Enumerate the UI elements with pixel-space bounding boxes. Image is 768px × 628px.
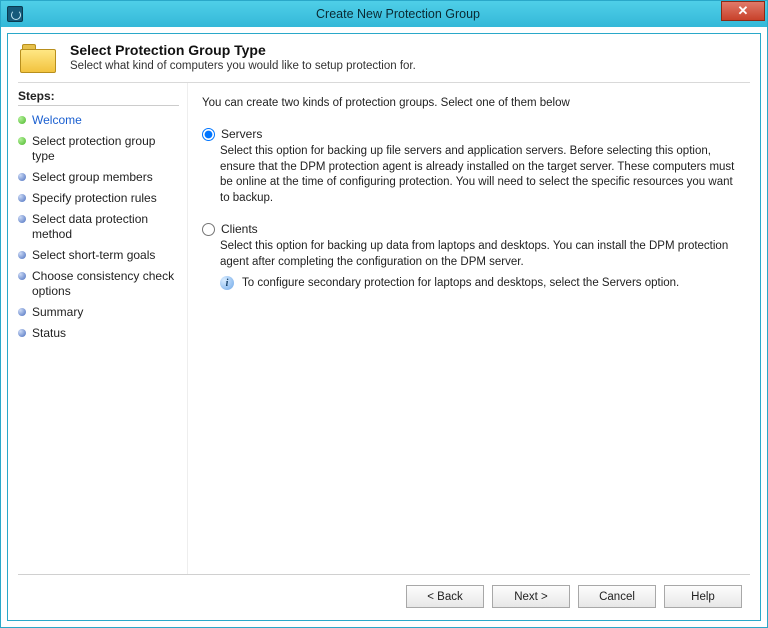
- header-texts: Select Protection Group Type Select what…: [70, 42, 416, 72]
- wizard-body: Select Protection Group Type Select what…: [7, 33, 761, 621]
- step-item[interactable]: Select data protection method: [18, 209, 179, 245]
- radio-servers[interactable]: [202, 128, 215, 141]
- folder-icon: [20, 42, 60, 76]
- step-bullet-icon: [18, 173, 26, 181]
- step-item[interactable]: Choose consistency check options: [18, 266, 179, 302]
- step-item[interactable]: Welcome: [18, 110, 179, 131]
- step-item[interactable]: Select short-term goals: [18, 245, 179, 266]
- option-description: Select this option for backing up data f…: [220, 239, 736, 270]
- step-bullet-icon: [18, 194, 26, 202]
- help-button[interactable]: Help: [664, 585, 742, 608]
- intro-text: You can create two kinds of protection g…: [202, 97, 736, 109]
- step-bullet-icon: [18, 116, 26, 124]
- step-item[interactable]: Select protection group type: [18, 131, 179, 167]
- window-title: Create New Protection Group: [29, 7, 767, 21]
- page-subtitle: Select what kind of computers you would …: [70, 60, 416, 72]
- step-bullet-icon: [18, 329, 26, 337]
- wizard-window: Create New Protection Group ✕ Select Pro…: [0, 0, 768, 628]
- steps-divider: [18, 105, 179, 106]
- step-label: Select short-term goals: [32, 248, 155, 263]
- titlebar: Create New Protection Group ✕: [1, 1, 767, 27]
- step-label: Summary: [32, 305, 83, 320]
- step-item[interactable]: Specify protection rules: [18, 188, 179, 209]
- footer: < Back Next > Cancel Help: [8, 575, 760, 620]
- cancel-button[interactable]: Cancel: [578, 585, 656, 608]
- info-row: i To configure secondary protection for l…: [220, 276, 736, 290]
- step-bullet-icon: [18, 251, 26, 259]
- option-label[interactable]: Clients: [221, 222, 258, 236]
- info-icon: i: [220, 276, 234, 290]
- option-clients: Clients Select this option for backing up…: [202, 222, 736, 290]
- steps-list: Welcome Select protection group type Selec…: [18, 110, 179, 344]
- step-label: Specify protection rules: [32, 191, 157, 206]
- option-label[interactable]: Servers: [221, 127, 262, 141]
- next-button[interactable]: Next >: [492, 585, 570, 608]
- info-text: To configure secondary protection for la…: [242, 277, 679, 289]
- option-servers: Servers Select this option for backing up…: [202, 127, 736, 206]
- step-item[interactable]: Summary: [18, 302, 179, 323]
- step-bullet-icon: [18, 215, 26, 223]
- step-label: Select data protection method: [32, 212, 179, 242]
- step-item[interactable]: Select group members: [18, 167, 179, 188]
- step-label: Select protection group type: [32, 134, 179, 164]
- options-group: Servers Select this option for backing up…: [202, 127, 736, 290]
- page-header: Select Protection Group Type Select what…: [8, 34, 760, 82]
- page-title: Select Protection Group Type: [70, 42, 416, 58]
- step-item[interactable]: Status: [18, 323, 179, 344]
- content-pane: You can create two kinds of protection g…: [188, 83, 760, 574]
- close-button[interactable]: ✕: [721, 1, 765, 21]
- option-description: Select this option for backing up file s…: [220, 144, 736, 206]
- close-icon: ✕: [738, 3, 749, 19]
- steps-title: Steps:: [18, 89, 179, 103]
- body-area: Steps: Welcome Select protection group ty…: [8, 83, 760, 574]
- step-label: Welcome: [32, 113, 82, 128]
- back-button[interactable]: < Back: [406, 585, 484, 608]
- option-row: Clients: [202, 222, 736, 236]
- step-label: Status: [32, 326, 66, 341]
- step-bullet-icon: [18, 272, 26, 280]
- radio-clients[interactable]: [202, 223, 215, 236]
- step-label: Select group members: [32, 170, 153, 185]
- app-icon: [7, 6, 23, 22]
- step-bullet-icon: [18, 308, 26, 316]
- option-row: Servers: [202, 127, 736, 141]
- steps-sidebar: Steps: Welcome Select protection group ty…: [8, 83, 188, 574]
- step-bullet-icon: [18, 137, 26, 145]
- step-label: Choose consistency check options: [32, 269, 179, 299]
